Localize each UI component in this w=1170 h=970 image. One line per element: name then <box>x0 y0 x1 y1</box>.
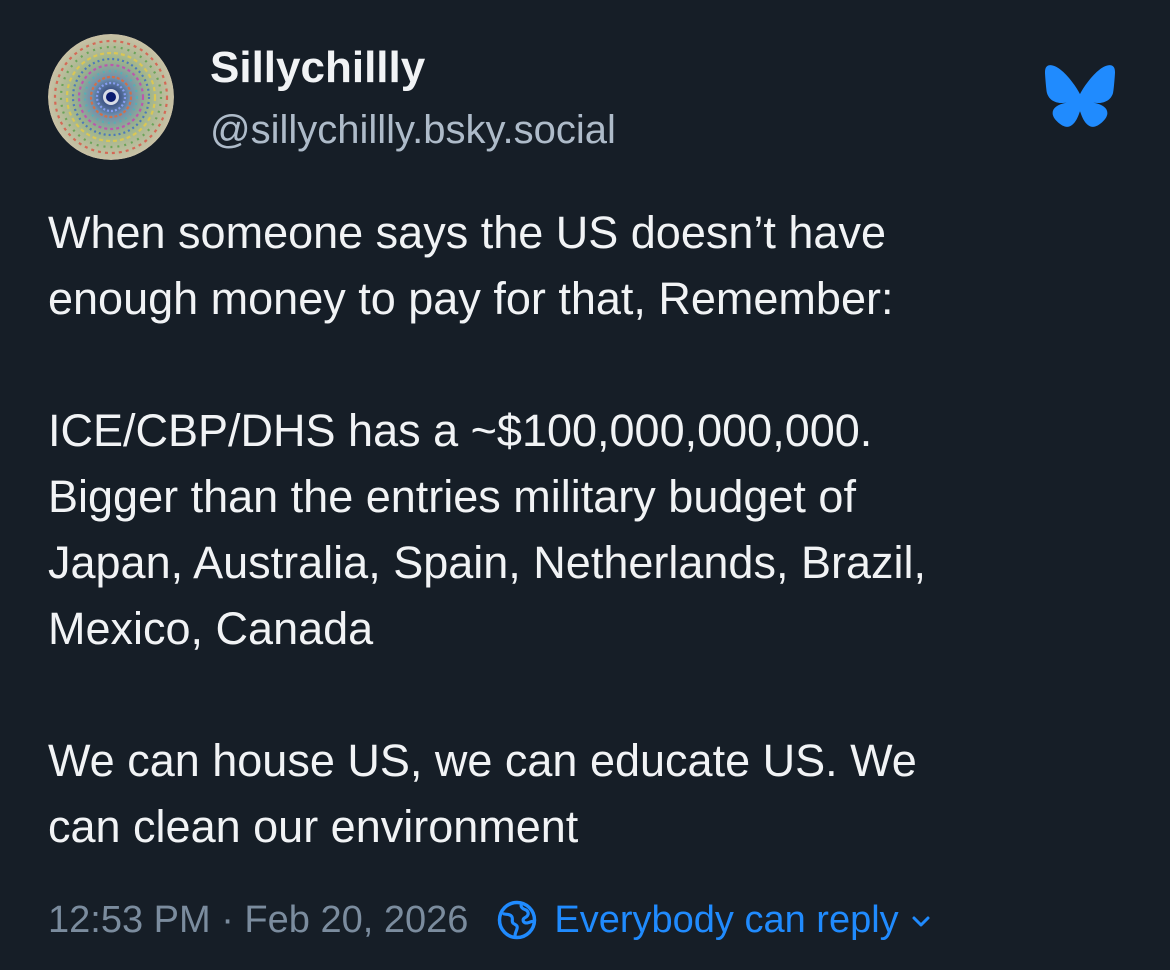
avatar[interactable] <box>48 34 174 160</box>
bluesky-butterfly-icon[interactable] <box>1043 64 1117 128</box>
chevron-down-icon <box>912 916 930 927</box>
swirl-avatar-icon <box>48 34 174 160</box>
post-text: When someone says the US doesn’t have en… <box>48 200 1138 860</box>
post-paragraph: ICE/CBP/DHS has a ~$100,000,000,000. Big… <box>48 405 926 654</box>
post-paragraph: We can house US, we can educate US. We c… <box>48 735 917 852</box>
post-card: Sillychillly @sillychillly.bsky.social W… <box>0 0 1170 970</box>
author-display-name[interactable]: Sillychillly <box>210 40 425 96</box>
post-meta: 12:53 PM · Feb 20, 2026 Everybody can re… <box>48 890 933 950</box>
author-handle[interactable]: @sillychillly.bsky.social <box>210 104 616 156</box>
post-paragraph: When someone says the US doesn’t have en… <box>48 207 894 324</box>
reply-setting-button[interactable]: Everybody can reply <box>496 890 932 950</box>
globe-icon <box>498 900 537 940</box>
post-timestamp[interactable]: 12:53 PM · Feb 20, 2026 <box>48 890 468 950</box>
reply-setting-label: Everybody can reply <box>554 899 899 941</box>
